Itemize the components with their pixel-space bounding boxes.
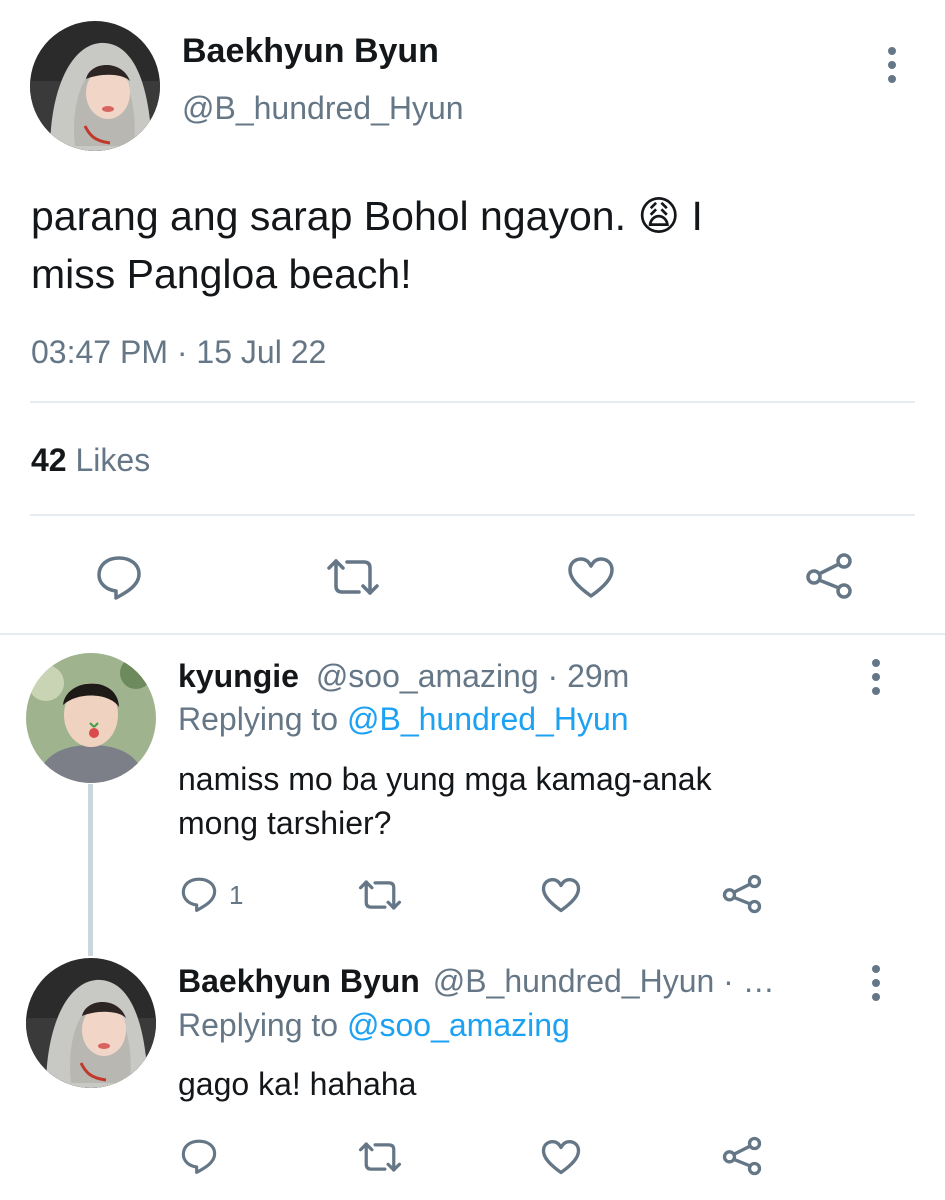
author-avatar[interactable] xyxy=(30,21,160,151)
more-icon[interactable] xyxy=(870,965,882,1001)
replying-to-label: Replying to xyxy=(178,1007,339,1043)
replying-to-handle[interactable]: @soo_amazing xyxy=(347,1007,570,1043)
replying-to: Replying to @B_hundred_Hyun xyxy=(178,699,629,739)
reply-handle-time[interactable]: @soo_amazing · 29m xyxy=(316,658,630,694)
more-icon[interactable] xyxy=(870,659,882,695)
reply-avatar[interactable] xyxy=(26,958,156,1088)
divider xyxy=(30,514,915,516)
thread-line xyxy=(88,784,93,956)
more-icon[interactable] xyxy=(886,47,898,83)
divider xyxy=(30,401,915,403)
reply-text-line-1: gago ka! hahaha xyxy=(178,1066,417,1102)
reply-text-line-1: namiss mo ba yung mga kamag-anak xyxy=(178,761,712,797)
likes-count: 42 xyxy=(31,442,67,478)
reply-text: gago ka! hahaha xyxy=(178,1062,416,1106)
tweet-text-line-2: miss Pangloa beach! xyxy=(31,251,412,297)
reply-count: 1 xyxy=(229,880,244,910)
reply-display-name[interactable]: Baekhyun Byun xyxy=(178,963,420,999)
retweet-icon[interactable] xyxy=(325,556,381,598)
reply-icon[interactable] xyxy=(180,876,218,912)
reply-header: kyungie @soo_amazing · 29m xyxy=(178,656,629,696)
share-icon[interactable] xyxy=(721,874,763,914)
reply-display-name[interactable]: kyungie xyxy=(178,658,299,694)
replying-to-label: Replying to xyxy=(178,701,339,737)
share-icon[interactable] xyxy=(721,1136,763,1176)
tweet-text-line-1: parang ang sarap Bohol ngayon. 😩 I xyxy=(31,193,703,239)
replying-to: Replying to @soo_amazing xyxy=(178,1005,570,1045)
author-handle[interactable]: @B_hundred_Hyun xyxy=(182,88,464,128)
likes-label: Likes xyxy=(75,442,151,478)
reply-icon[interactable] xyxy=(95,554,143,600)
reply-header: Baekhyun Byun @B_hundred_Hyun · … xyxy=(178,961,775,1001)
like-icon[interactable] xyxy=(541,877,581,914)
author-display-name[interactable]: Baekhyun Byun xyxy=(182,31,439,71)
retweet-icon[interactable] xyxy=(357,878,403,912)
replying-to-handle[interactable]: @B_hundred_Hyun xyxy=(347,701,629,737)
share-icon[interactable] xyxy=(804,552,854,600)
section-divider xyxy=(0,633,945,635)
tweet-timestamp[interactable]: 03:47 PM · 15 Jul 22 xyxy=(31,332,326,372)
tweet-text: parang ang sarap Bohol ngayon. 😩 I miss … xyxy=(31,187,703,303)
likes-stat[interactable]: 42 Likes xyxy=(31,440,150,480)
reply-handle-time[interactable]: @B_hundred_Hyun · … xyxy=(433,963,775,999)
like-icon[interactable] xyxy=(541,1139,581,1176)
reply-text: namiss mo ba yung mga kamag-anak mong ta… xyxy=(178,757,712,845)
retweet-icon[interactable] xyxy=(357,1140,403,1174)
reply-avatar[interactable] xyxy=(26,653,156,783)
reply-icon[interactable] xyxy=(180,1138,218,1174)
like-icon[interactable] xyxy=(567,556,615,600)
reply-text-line-2: mong tarshier? xyxy=(178,805,392,841)
